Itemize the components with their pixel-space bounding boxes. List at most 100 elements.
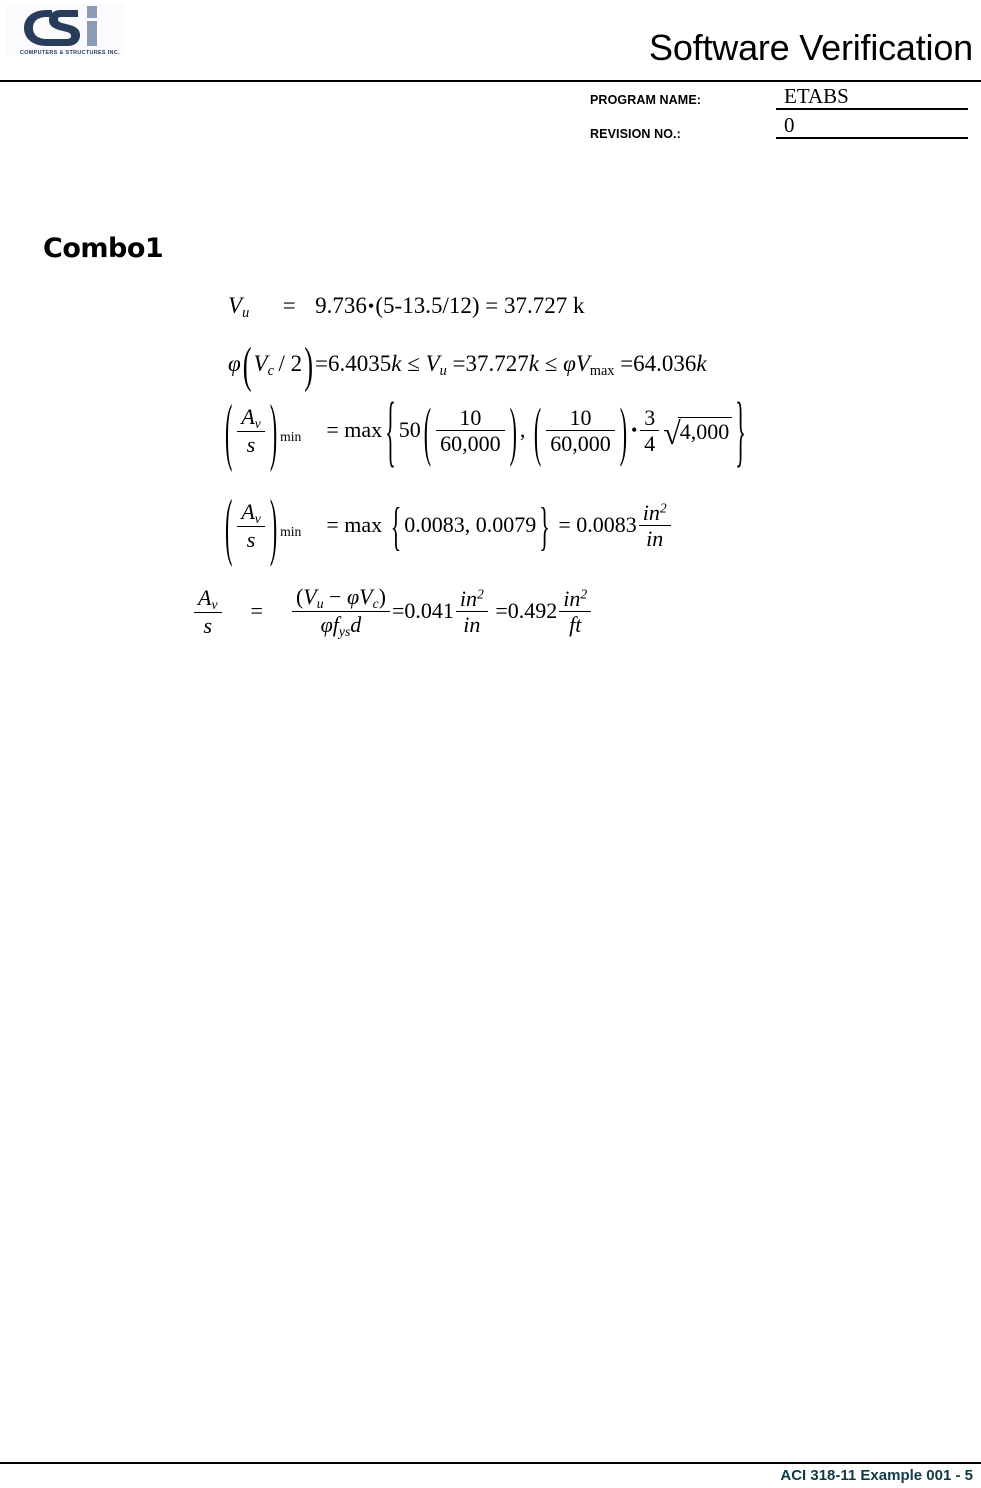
eq3-paren-close: ): [269, 387, 278, 473]
eq5-unit-fraction-2: in2 ft: [559, 586, 592, 638]
eq3-fraction-3-denominator: 4: [644, 431, 656, 457]
section-heading-combo1: Combo1: [43, 233, 164, 264]
eq4-unit-exponent: 2: [659, 500, 667, 516]
eq4-paren-open: (: [225, 482, 233, 568]
eq5-unit1-numerator: in2: [455, 586, 488, 613]
eq1-coefficient: 9.736: [315, 293, 367, 318]
equation-av-s-min-expression: (Av s) min = max{50(10 60,000), (10 60,000) •…: [222, 385, 749, 475]
eq2-le-1: ≤: [407, 350, 420, 376]
eq3-fraction-1-numerator: 10: [436, 405, 505, 432]
eq5-subscript-ys: ys: [338, 624, 351, 640]
eq3-subscript-v: v: [254, 415, 261, 431]
equation-av-s-required: Av s = (Vu − φVc) φfysd =0.041 in2 in =0.49…: [192, 583, 593, 641]
footer-reference: ACI 318-11 Example 001 - 5: [780, 1467, 973, 1484]
eq3-fraction-3: 34: [640, 405, 660, 457]
eq5-symbol-d: d: [350, 612, 362, 638]
eq3-fraction-2-numerator: 10: [546, 405, 615, 432]
eq1-unit: k: [572, 293, 585, 318]
footer-divider: [0, 1462, 981, 1464]
header-divider: [0, 80, 981, 82]
eq3-equals: =: [326, 416, 339, 442]
eq5-symbol-s: s: [203, 613, 213, 639]
eq3-inner-paren-open-1: (: [423, 392, 432, 468]
page-header: COMPUTERS & STRUCTURES INC. Software Ver…: [0, 0, 981, 150]
eq5-numerator: (Vu − φVc): [291, 583, 390, 613]
eq4-brace-close: }: [539, 495, 550, 556]
eq5-minus: −: [329, 583, 342, 609]
eq2-paren-close: ): [304, 336, 313, 394]
eq4-symbol-av: A: [241, 498, 255, 524]
eq2-divide-two: / 2: [278, 350, 303, 376]
csi-logo: COMPUTERS & STRUCTURES INC.: [6, 4, 124, 56]
eq5-phi-den: φ: [320, 612, 333, 638]
equation-shear-check: φ(Vc / 2)=6.4035k ≤ Vu =37.727k ≤ φVmax …: [228, 336, 707, 393]
eq5-unit2-numerator: in2: [559, 586, 592, 613]
program-name-label: PROGRAM NAME:: [590, 93, 702, 107]
eq3-fraction-1: 10 60,000: [436, 405, 505, 457]
eq3-comma: ,: [519, 416, 526, 442]
eq1-equals-1: =: [282, 293, 296, 318]
eq3-brace-open: {: [385, 385, 396, 476]
eq2-equals-1: =: [315, 350, 328, 376]
eq3-paren-open: (: [225, 387, 233, 473]
eq5-equals-1: =: [250, 598, 263, 624]
eq4-fraction-av-s: Av s: [237, 499, 265, 553]
eq5-equals-2: =: [391, 598, 405, 624]
eq3-symbol-av: A: [241, 403, 255, 429]
eq5-symbol-av: A: [198, 585, 212, 610]
eq3-inner-paren-open-2: (: [533, 392, 542, 468]
eq4-equals-1: =: [326, 511, 339, 537]
eq1-result: 37.727: [503, 293, 568, 318]
eq5-value-1: 0.041: [404, 598, 454, 624]
eq5-denominator: φfysd: [292, 612, 390, 639]
eq2-value-2: 37.727: [465, 350, 529, 376]
eq3-fraction-2: 10 60,000: [546, 405, 615, 457]
eq4-subscript-v: v: [254, 510, 261, 526]
eq2-equals-2: =: [452, 350, 466, 376]
eq4-comma: ,: [464, 511, 471, 537]
eq3-inner-paren-close-1: ): [509, 392, 517, 468]
eq3-fraction-3-numerator: 3: [640, 405, 660, 432]
eq3-coefficient-50: 50: [398, 416, 421, 442]
eq4-equals-2: =: [558, 511, 571, 537]
eq3-inner-paren-close-2: ): [619, 392, 628, 468]
eq4-value-b: 0.0079: [475, 511, 537, 537]
eq2-equals-3: =: [620, 350, 634, 376]
eq2-subscript-max: max: [589, 362, 615, 379]
eq2-symbol-vc: V: [253, 350, 268, 376]
eq3-multiply-dot: •: [631, 420, 638, 441]
eq3-max-operator: max: [344, 416, 383, 442]
eq4-paren-close: ): [269, 482, 278, 568]
eq5-unit1-num-text: in: [459, 586, 478, 612]
csi-logo-tagline: COMPUTERS & STRUCTURES INC.: [20, 50, 120, 56]
eq2-value-3: 64.036: [633, 350, 697, 376]
eq2-value-1: 6.4035: [327, 350, 392, 376]
eq2-paren-open: (: [242, 336, 252, 394]
eq5-symbol-vc: V: [359, 583, 373, 609]
eq4-unit-fraction: in2 in: [638, 500, 671, 552]
eq5-unit1-denominator: in: [463, 612, 481, 638]
eq2-phi-2: φ: [563, 350, 576, 376]
eq5-unit2-num-text: in: [563, 586, 581, 612]
eq2-unit-2: k: [528, 350, 539, 376]
eq4-brace-open: {: [390, 495, 402, 556]
eq4-unit-denominator: in: [646, 526, 664, 552]
eq4-subscript-min: min: [280, 523, 302, 539]
eq3-fraction-av-s: Av s: [237, 404, 265, 458]
eq1-equals-2: =: [485, 293, 499, 318]
eq1-expression: (5-13.5/12): [375, 293, 480, 318]
eq5-value-2: 0.492: [507, 598, 558, 624]
eq3-subscript-min: min: [280, 428, 302, 444]
revision-no-label: REVISION NO.:: [590, 127, 681, 141]
eq3-symbol-s: s: [246, 432, 256, 458]
eq5-symbol-vu: V: [303, 583, 317, 609]
program-name-value: ETABS: [776, 84, 968, 110]
eq5-unit2-denominator: ft: [569, 612, 582, 638]
eq2-subscript-c: c: [267, 362, 274, 379]
eq5-num-paren-close: ): [378, 583, 386, 609]
eq3-square-root: √4,000: [661, 417, 733, 449]
eq5-subscript-v: v: [211, 596, 218, 612]
eq2-le-2: ≤: [544, 350, 558, 376]
eq5-unit2-exponent: 2: [580, 586, 588, 602]
eq1-symbol-v: V: [228, 293, 243, 318]
